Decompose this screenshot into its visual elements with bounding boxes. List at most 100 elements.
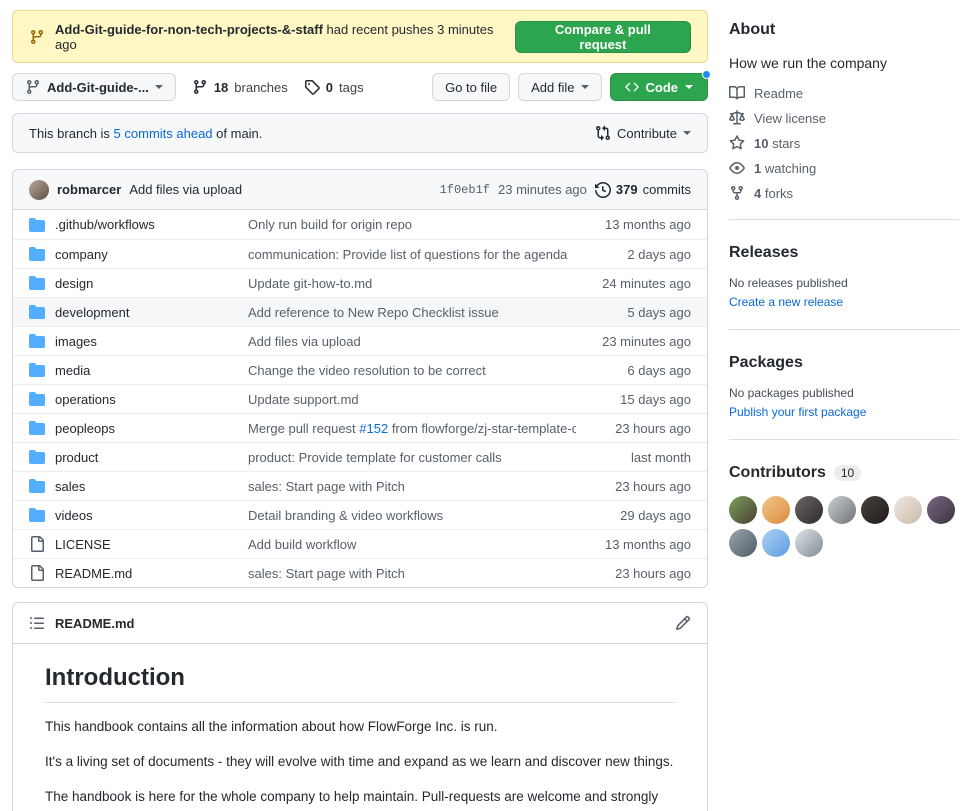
folder-icon — [29, 449, 45, 465]
file-name-link[interactable]: media — [55, 363, 248, 378]
sidebar-item-license[interactable]: View license — [729, 110, 959, 126]
contributor-avatar[interactable] — [795, 529, 823, 557]
file-name-link[interactable]: product — [55, 450, 248, 465]
commit-message-link[interactable]: Add files via upload — [129, 182, 242, 197]
folder-icon — [29, 507, 45, 523]
file-commit-message[interactable]: Add files via upload — [248, 334, 576, 349]
releases-title: Releases — [729, 244, 959, 262]
file-name-link[interactable]: development — [55, 305, 248, 320]
contributor-avatar[interactable] — [762, 529, 790, 557]
file-commit-age: 23 hours ago — [576, 566, 691, 581]
code-icon — [625, 80, 639, 94]
file-commit-message[interactable]: product: Provide template for customer c… — [248, 450, 576, 465]
file-commit-message[interactable]: sales: Start page with Pitch — [248, 479, 576, 494]
contributor-avatar[interactable] — [927, 496, 955, 524]
file-row[interactable]: company communication: Provide list of q… — [13, 239, 707, 268]
contribute-button[interactable]: Contribute — [595, 125, 691, 141]
file-table-rows: .github/workflows Only run build for ori… — [13, 210, 707, 587]
file-row[interactable]: product product: Provide template for cu… — [13, 442, 707, 471]
file-row[interactable]: peopleops Merge pull request #152 from f… — [13, 413, 707, 442]
file-name-link[interactable]: videos — [55, 508, 248, 523]
chevron-down-icon — [155, 85, 163, 89]
contributor-avatar[interactable] — [828, 496, 856, 524]
commit-author-link[interactable]: robmarcer — [57, 182, 121, 197]
repo-toolbar: Add-Git-guide-... 18branches 0tags Go to… — [12, 73, 708, 101]
sidebar-item-forks[interactable]: 4 forks — [729, 185, 959, 201]
divider — [729, 219, 959, 220]
file-name-link[interactable]: LICENSE — [55, 537, 248, 552]
commits-ahead-link[interactable]: 5 commits ahead — [114, 126, 213, 141]
packages-title: Packages — [729, 354, 959, 372]
compare-pull-request-button[interactable]: Compare & pull request — [515, 21, 691, 53]
contributor-avatar[interactable] — [729, 529, 757, 557]
file-row[interactable]: design Update git-how-to.md 24 minutes a… — [13, 268, 707, 297]
commit-hash-link[interactable]: 1f0eb1f — [440, 183, 490, 197]
recent-push-banner: Add-Git-guide-for-non-tech-projects-&-st… — [12, 10, 708, 63]
issue-link[interactable]: #152 — [359, 421, 388, 436]
branches-link[interactable]: 18branches — [192, 79, 288, 95]
branch-selector[interactable]: Add-Git-guide-... — [12, 73, 176, 101]
list-icon[interactable] — [29, 615, 45, 631]
code-button[interactable]: Code — [610, 73, 709, 101]
file-commit-message[interactable]: Change the video resolution to be correc… — [248, 363, 576, 378]
divider — [729, 439, 959, 440]
file-row[interactable]: operations Update support.md 15 days ago — [13, 384, 707, 413]
file-commit-age: 29 days ago — [576, 508, 691, 523]
contributor-avatar[interactable] — [894, 496, 922, 524]
sidebar-item-stars[interactable]: 10 stars — [729, 135, 959, 151]
file-row[interactable]: images Add files via upload 23 minutes a… — [13, 326, 707, 355]
file-commit-age: 15 days ago — [576, 392, 691, 407]
file-row[interactable]: videos Detail branding & video workflows… — [13, 500, 707, 529]
file-commit-message[interactable]: Only run build for origin repo — [248, 217, 576, 232]
create-release-link[interactable]: Create a new release — [729, 295, 843, 309]
commit-history-link[interactable]: 379commits — [595, 182, 691, 198]
readme-paragraph: The handbook is here for the whole compa… — [45, 787, 675, 811]
file-name-link[interactable]: company — [55, 247, 248, 262]
file-name-link[interactable]: operations — [55, 392, 248, 407]
file-name-link[interactable]: design — [55, 276, 248, 291]
file-name-link[interactable]: images — [55, 334, 248, 349]
history-icon — [595, 182, 611, 198]
file-row[interactable]: sales sales: Start page with Pitch 23 ho… — [13, 471, 707, 500]
contributor-avatar[interactable] — [762, 496, 790, 524]
file-commit-message[interactable]: sales: Start page with Pitch — [248, 566, 576, 581]
file-table: robmarcer Add files via upload 1f0eb1f 2… — [12, 169, 708, 588]
contributor-avatar[interactable] — [861, 496, 889, 524]
file-commit-message[interactable]: Detail branding & video workflows — [248, 508, 576, 523]
sidebar-item-readme[interactable]: Readme — [729, 85, 959, 101]
go-to-file-button[interactable]: Go to file — [432, 73, 510, 101]
file-name-link[interactable]: peopleops — [55, 421, 248, 436]
chevron-down-icon — [581, 85, 589, 89]
book-icon — [729, 85, 745, 101]
file-row[interactable]: LICENSE Add build workflow 13 months ago — [13, 529, 707, 558]
publish-package-link[interactable]: Publish your first package — [729, 405, 866, 419]
stars-text: 10 stars — [754, 136, 800, 151]
file-name-link[interactable]: sales — [55, 479, 248, 494]
avatar[interactable] — [29, 180, 49, 200]
file-name-link[interactable]: README.md — [55, 566, 248, 581]
file-commit-message[interactable]: Update git-how-to.md — [248, 276, 576, 291]
contributors-grid — [729, 496, 957, 557]
file-row[interactable]: README.md sales: Start page with Pitch 2… — [13, 558, 707, 587]
add-file-button[interactable]: Add file — [518, 73, 601, 101]
readme-heading: Introduction — [45, 658, 675, 703]
file-commit-message[interactable]: Update support.md — [248, 392, 576, 407]
pencil-icon[interactable] — [675, 615, 691, 631]
folder-icon — [29, 275, 45, 291]
file-name-link[interactable]: .github/workflows — [55, 217, 248, 232]
contributor-avatar[interactable] — [729, 496, 757, 524]
folder-icon — [29, 217, 45, 233]
sidebar-item-watching[interactable]: 1 watching — [729, 160, 959, 176]
contributor-avatar[interactable] — [795, 496, 823, 524]
file-row[interactable]: .github/workflows Only run build for ori… — [13, 210, 707, 239]
file-commit-age: 6 days ago — [576, 363, 691, 378]
file-commit-message[interactable]: Merge pull request #152 from flowforge/z… — [248, 421, 576, 436]
file-commit-message[interactable]: Add reference to New Repo Checklist issu… — [248, 305, 576, 320]
file-commit-message[interactable]: communication: Provide list of questions… — [248, 247, 576, 262]
file-row[interactable]: media Change the video resolution to be … — [13, 355, 707, 384]
file-commit-message[interactable]: Add build workflow — [248, 537, 576, 552]
file-icon — [29, 536, 45, 552]
file-row[interactable]: development Add reference to New Repo Ch… — [13, 297, 707, 326]
tags-link[interactable]: 0tags — [304, 79, 364, 95]
star-icon — [729, 135, 745, 151]
